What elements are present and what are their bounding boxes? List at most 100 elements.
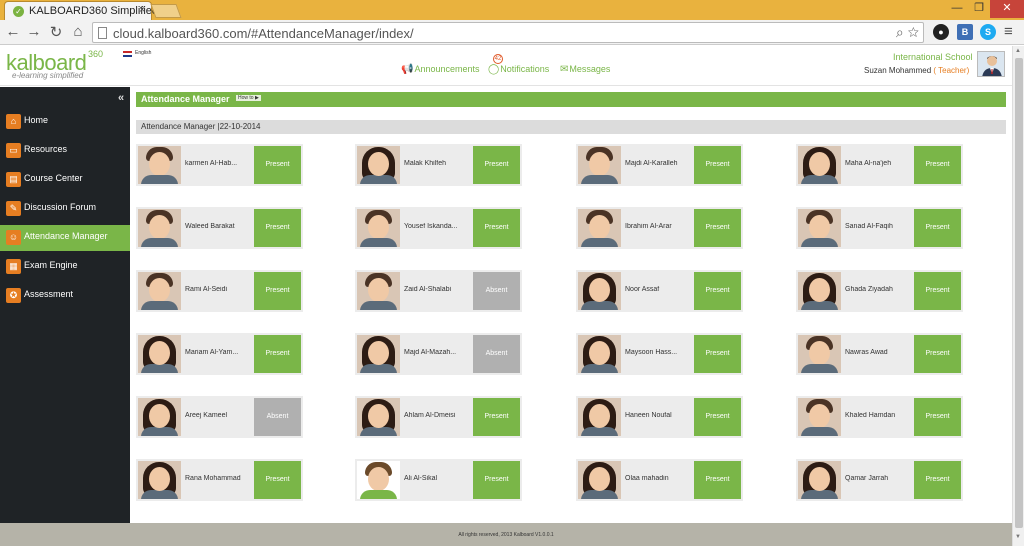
attendance-status-toggle[interactable]: Present xyxy=(254,209,301,247)
notification-count-badge: 42 xyxy=(493,54,503,64)
attendance-status-toggle[interactable]: Present xyxy=(473,146,520,184)
attendance-status-toggle[interactable]: Present xyxy=(914,335,961,373)
sidebar-item-label: Discussion Forum xyxy=(24,202,97,212)
extension-circle-icon[interactable]: ● xyxy=(933,24,949,40)
attendance-status-toggle[interactable]: Present xyxy=(694,461,741,499)
student-card: Haneen Noufal Present xyxy=(576,396,743,438)
student-name: Majdi Al-Karalleh xyxy=(625,160,678,167)
sidebar-item-resources[interactable]: ▭ Resources xyxy=(0,138,130,164)
attendance-status-toggle[interactable]: Present xyxy=(914,461,961,499)
new-tab-button[interactable] xyxy=(150,4,182,18)
student-card: Yousef Iskanda... Present xyxy=(355,207,522,249)
home-browser-icon[interactable]: ⌂ xyxy=(69,23,87,40)
student-card: Ahlam Al-Dmeisi Present xyxy=(355,396,522,438)
sidebar-item-label: Course Center xyxy=(24,173,83,183)
attendance-status-toggle[interactable]: Present xyxy=(473,209,520,247)
tab-close-icon[interactable]: × xyxy=(139,4,145,16)
browser-menu-icon[interactable]: ≡ xyxy=(1004,23,1013,40)
scroll-down-icon[interactable]: ▼ xyxy=(1015,534,1021,540)
attendance-status-toggle[interactable]: Present xyxy=(473,398,520,436)
assessment-icon: ✪ xyxy=(6,288,21,303)
nav-notifications[interactable]: ◯Notifications xyxy=(488,64,549,75)
reload-icon[interactable]: ↻ xyxy=(47,23,65,41)
how-to-link[interactable]: How to ▶ xyxy=(236,95,261,101)
envelope-icon: ✉ xyxy=(560,64,569,75)
student-card: Waleed Barakat Present xyxy=(136,207,303,249)
attendance-status-toggle[interactable]: Present xyxy=(473,461,520,499)
sidebar-collapse-icon[interactable]: « xyxy=(118,92,124,104)
attendance-status-toggle[interactable]: Present xyxy=(914,146,961,184)
student-name: Khaled Hamdan xyxy=(845,412,896,419)
attendance-status-toggle[interactable]: Present xyxy=(694,209,741,247)
user-name[interactable]: Suzan Mohammed ( Teacher) xyxy=(864,66,969,75)
sidebar-item-discussion-forum[interactable]: ✎ Discussion Forum xyxy=(0,196,130,222)
window-minimize-button[interactable]: — xyxy=(946,0,968,18)
scrollbar[interactable]: ▲ ▼ xyxy=(1012,46,1024,546)
student-photo xyxy=(138,272,181,310)
sidebar-item-label: Assessment xyxy=(24,289,74,299)
student-name: karmen Al-Hab... xyxy=(185,160,238,167)
folder-icon: ▭ xyxy=(6,143,21,158)
student-photo xyxy=(138,209,181,247)
browser-tab[interactable]: ✓ KALBOARD360 Simplified × xyxy=(4,1,158,20)
student-name: Qamar Jarrah xyxy=(845,475,889,482)
address-bar[interactable]: cloud.kalboard360.com/#AttendanceManager… xyxy=(92,22,924,43)
app-header: kalboard 360 e-learning simplified Engli… xyxy=(0,46,1012,86)
student-photo xyxy=(357,272,400,310)
extension-b-icon[interactable]: B xyxy=(957,24,973,40)
zoom-star-icons[interactable]: ⌕ ☆ xyxy=(896,24,919,41)
copyright-text: All rights reserved, 2013 Kalboard V1.0.… xyxy=(458,532,554,538)
window-maximize-button[interactable]: ❐ xyxy=(968,0,990,18)
student-photo xyxy=(798,209,841,247)
attendance-status-toggle[interactable]: Present xyxy=(254,461,301,499)
sidebar-item-attendance-manager[interactable]: ☺ Attendance Manager xyxy=(0,225,130,251)
back-arrow-icon[interactable]: ← xyxy=(4,23,22,40)
forum-icon: ✎ xyxy=(6,201,21,216)
nav-announcements[interactable]: 📢Announcements xyxy=(401,64,480,75)
student-photo xyxy=(578,461,621,499)
flag-icon[interactable] xyxy=(123,51,132,57)
student-card: Areej Kameel Absent xyxy=(136,396,303,438)
attendance-status-toggle[interactable]: Present xyxy=(254,272,301,310)
attendance-icon: ☺ xyxy=(6,230,21,245)
attendance-status-toggle[interactable]: Absent xyxy=(473,272,520,310)
attendance-status-toggle[interactable]: Absent xyxy=(473,335,520,373)
attendance-status-toggle[interactable]: Present xyxy=(694,398,741,436)
nav-messages[interactable]: ✉Messages xyxy=(560,64,610,75)
forward-arrow-icon[interactable]: → xyxy=(25,23,43,40)
sidebar-item-exam-engine[interactable]: ▦ Exam Engine xyxy=(0,254,130,280)
student-photo xyxy=(357,209,400,247)
student-card: Ibrahim Al-Arar Present xyxy=(576,207,743,249)
attendance-status-toggle[interactable]: Present xyxy=(914,398,961,436)
attendance-status-toggle[interactable]: Present xyxy=(694,146,741,184)
student-photo xyxy=(138,146,181,184)
sidebar-item-home[interactable]: ⌂ Home xyxy=(0,109,130,135)
student-photo xyxy=(357,398,400,436)
student-name: Ahlam Al-Dmeisi xyxy=(404,412,456,419)
logo-tagline: e-learning simplified xyxy=(12,71,84,80)
attendance-status-toggle[interactable]: Absent xyxy=(254,398,301,436)
attendance-date-bar: Attendance Manager |22-10-2014 xyxy=(136,120,1006,134)
skype-icon[interactable]: S xyxy=(980,24,996,40)
student-name: Nawras Awad xyxy=(845,349,888,356)
sidebar-item-assessment[interactable]: ✪ Assessment xyxy=(0,283,130,309)
sidebar-item-course-center[interactable]: ▤ Course Center xyxy=(0,167,130,193)
sidebar-item-label: Resources xyxy=(24,144,68,154)
user-avatar[interactable] xyxy=(977,51,1005,77)
attendance-status-toggle[interactable]: Present xyxy=(914,272,961,310)
student-card: Rana Mohammad Present xyxy=(136,459,303,501)
attendance-status-toggle[interactable]: Present xyxy=(914,209,961,247)
scroll-thumb[interactable] xyxy=(1015,58,1023,528)
attendance-status-toggle[interactable]: Present xyxy=(254,146,301,184)
window-close-button[interactable]: ✕ xyxy=(990,0,1024,18)
url-text[interactable]: cloud.kalboard360.com/#AttendanceManager… xyxy=(113,26,414,41)
student-card: Malak Khilfeh Present xyxy=(355,144,522,186)
footer: All rights reserved, 2013 Kalboard V1.0.… xyxy=(0,523,1012,546)
language-selector[interactable]: English xyxy=(135,50,151,56)
attendance-status-toggle[interactable]: Present xyxy=(694,335,741,373)
student-name: Maysoon Hass... xyxy=(625,349,678,356)
attendance-status-toggle[interactable]: Present xyxy=(254,335,301,373)
attendance-status-toggle[interactable]: Present xyxy=(694,272,741,310)
scroll-up-icon[interactable]: ▲ xyxy=(1015,48,1021,54)
student-photo xyxy=(798,146,841,184)
